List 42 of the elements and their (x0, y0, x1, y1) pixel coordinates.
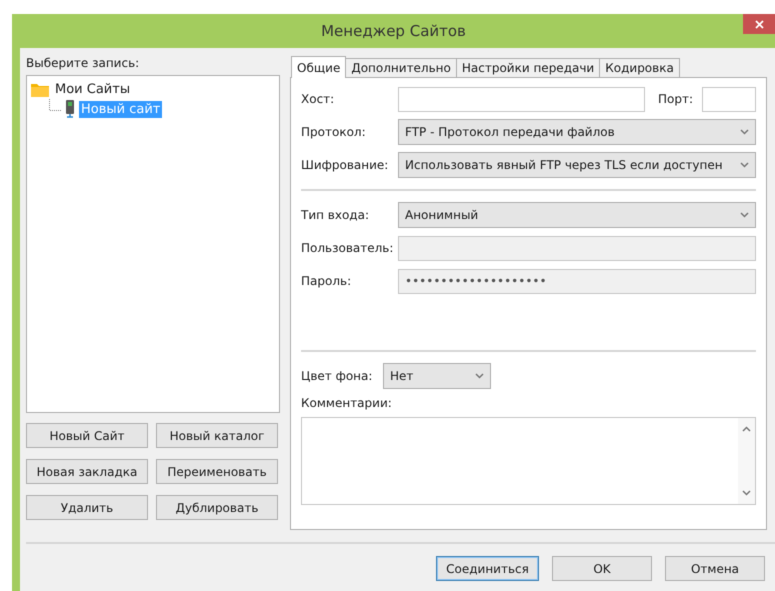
tree-label: Выберите запись: (26, 56, 140, 70)
dialog-button[interactable]: Отмена (665, 556, 765, 581)
folder-icon (31, 82, 49, 96)
color-dropdown[interactable]: Нет (383, 363, 491, 389)
chevron-down-icon (740, 162, 749, 168)
close-icon (754, 20, 764, 28)
protocol-dropdown[interactable]: FTP - Протокол передачи файлов (398, 119, 756, 145)
site-action-button[interactable]: Дублировать (156, 495, 278, 520)
tree-line (49, 99, 61, 111)
logon-type-dropdown[interactable]: Анонимный (398, 202, 756, 228)
field-label: Комментарии: (301, 396, 393, 410)
field-label: Хост: (301, 92, 334, 106)
port-field[interactable] (702, 86, 756, 112)
window-title: Менеджер Сайтов (320, 22, 467, 40)
field-label: Тип входа: (301, 208, 369, 222)
field-label: Пароль: (301, 274, 352, 288)
server-icon (65, 100, 75, 118)
scroll-up-icon (742, 426, 751, 432)
comments-field[interactable] (301, 417, 756, 505)
field-label: Цвет фона: (301, 369, 372, 383)
site-action-button[interactable]: Удалить (26, 495, 148, 520)
site-action-button[interactable]: Переименовать (156, 459, 278, 484)
host-field[interactable] (398, 86, 645, 112)
tab[interactable]: Общие (291, 56, 346, 78)
field-label: Пользователь: (301, 241, 394, 255)
chevron-down-icon (475, 373, 484, 379)
site-action-button[interactable]: Новый каталог (156, 423, 278, 448)
close-button[interactable] (743, 14, 775, 34)
encryption-dropdown[interactable]: Использовать явный FTP через TLS если доступен (398, 152, 756, 178)
scrollbar[interactable] (738, 418, 755, 504)
field-label: Протокол: (301, 125, 366, 139)
tab[interactable]: Кодировка (599, 58, 680, 78)
dialog-button[interactable]: OK (552, 556, 652, 581)
chevron-down-icon (742, 490, 751, 496)
chevron-down-icon (740, 212, 749, 218)
dialog-button[interactable]: Соединиться (436, 556, 539, 581)
chevron-down-icon (740, 129, 749, 135)
site-action-button[interactable]: Новый Сайт (26, 423, 148, 448)
tree-item[interactable]: Мои Сайты (53, 80, 132, 98)
field-label: Шифрование: (301, 158, 388, 172)
site-action-button[interactable]: Новая закладка (26, 459, 148, 484)
field-label: Порт: (658, 92, 693, 106)
